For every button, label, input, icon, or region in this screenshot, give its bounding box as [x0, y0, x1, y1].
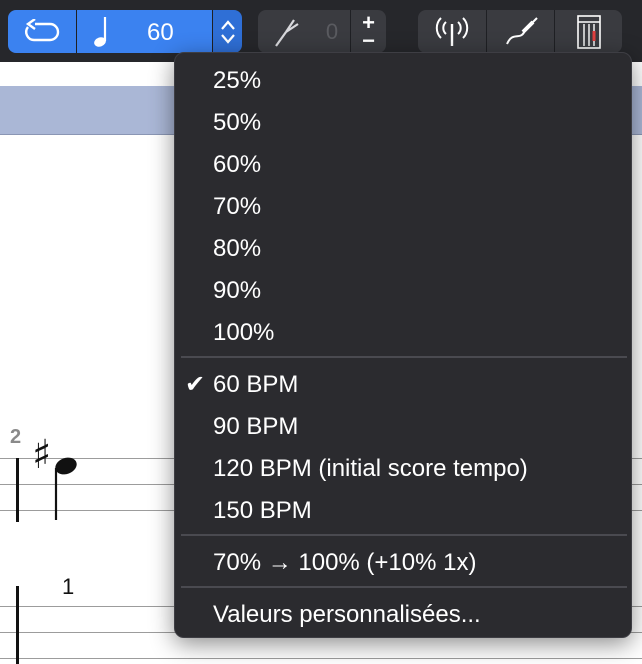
- barline: [16, 586, 19, 664]
- loop-back-icon: [25, 18, 60, 41]
- menu-item-25-percent[interactable]: 25%: [175, 61, 631, 101]
- tuner-value: 0: [325, 18, 339, 44]
- menu-item-90-bpm[interactable]: 90 BPM: [175, 407, 631, 447]
- minus-icon[interactable]: −: [362, 29, 375, 51]
- quarter-note-icon: [94, 17, 107, 47]
- menu-separator: [181, 534, 627, 536]
- note-head-icon: [54, 457, 77, 520]
- up-down-chevron-icon: [220, 19, 235, 44]
- broadcast-icon: [435, 16, 469, 46]
- menu-separator: [181, 586, 627, 588]
- measure-number: 2: [10, 426, 22, 448]
- menu-item-label: 60 BPM: [213, 371, 299, 398]
- mixer-button[interactable]: [554, 10, 622, 53]
- staff-line: [0, 658, 642, 659]
- tuner-control-group: 0 + −: [258, 10, 386, 53]
- tuning-fork-icon: [275, 18, 299, 47]
- tempo-value: 60: [147, 19, 174, 46]
- menu-item-50-percent[interactable]: 50%: [175, 103, 631, 143]
- loop-back-button[interactable]: [8, 10, 76, 53]
- menu-item-70-percent[interactable]: 70%: [175, 187, 631, 227]
- audio-cable-button[interactable]: [486, 10, 554, 53]
- fingering-number: 1: [62, 574, 75, 599]
- menu-item-80-percent[interactable]: 80%: [175, 229, 631, 269]
- tempo-stepper[interactable]: [212, 10, 242, 53]
- mixer-icon: [576, 14, 601, 49]
- menu-item-60-percent[interactable]: 60%: [175, 145, 631, 185]
- menu-item-100-percent[interactable]: 100%: [175, 313, 631, 353]
- tempo-control-group: 60: [8, 10, 242, 53]
- menu-item-custom-values[interactable]: Valeurs personnalisées...: [175, 595, 631, 635]
- menu-item-90-percent[interactable]: 90%: [175, 271, 631, 311]
- tuner-button[interactable]: 0: [258, 10, 350, 53]
- menu-separator: [181, 356, 627, 358]
- menu-item-60-bpm[interactable]: ✔ 60 BPM: [175, 365, 631, 405]
- broadcast-button[interactable]: [418, 10, 486, 53]
- note-glyph: ♯: [32, 430, 82, 522]
- tuner-stepper[interactable]: + −: [350, 10, 386, 53]
- tempo-field[interactable]: 60: [76, 10, 212, 53]
- barline: [16, 458, 19, 522]
- tempo-dropdown-menu: 25% 50% 60% 70% 80% 90% 100% ✔ 60 BPM 90…: [174, 52, 632, 638]
- checkmark-icon: ✔: [185, 371, 206, 398]
- menu-item-progressive-tempo[interactable]: 70% → 100% (+10% 1x): [175, 543, 631, 583]
- menu-item-150-bpm[interactable]: 150 BPM: [175, 491, 631, 531]
- audio-jack-icon: [505, 16, 538, 44]
- menu-item-120-bpm[interactable]: 120 BPM (initial score tempo): [175, 449, 631, 489]
- output-control-group: [418, 10, 622, 53]
